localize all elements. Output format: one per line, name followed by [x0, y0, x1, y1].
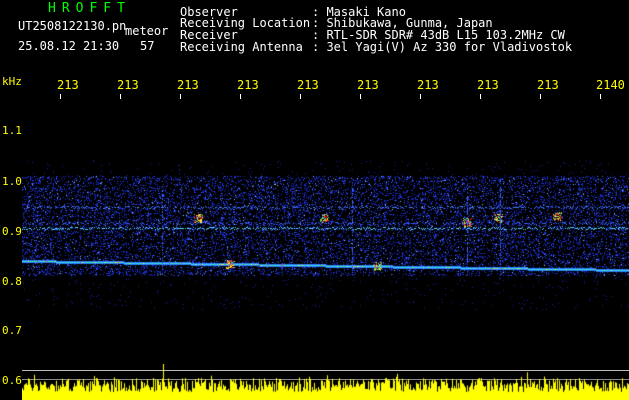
- x-tick-mark: [360, 94, 361, 99]
- x-tick-label: 213: [357, 78, 379, 92]
- station-name: HROFFT: [48, 1, 131, 16]
- x-tick-mark: [120, 94, 121, 99]
- antenna-label: Receiving Antenna: [180, 40, 303, 54]
- datetime: 25.08.12 21:30: [18, 39, 120, 53]
- x-tick-label: 213: [297, 78, 319, 92]
- y-tick-0-9: 0.9: [2, 225, 22, 238]
- y-unit-label: kHz: [2, 75, 22, 88]
- x-tick-mark: [480, 94, 481, 99]
- x-tick-mark: [420, 94, 421, 99]
- x-tick-label: 2140: [596, 78, 625, 92]
- y-tick-0-6: 0.6: [2, 374, 22, 387]
- signal-level-meter: [22, 364, 629, 400]
- spectrogram-plot: [22, 100, 629, 374]
- y-tick-1-0: 1.0: [2, 175, 22, 188]
- x-tick-label: 213: [477, 78, 499, 92]
- x-tick-mark: [60, 94, 61, 99]
- y-tick-0-7: 0.7: [2, 324, 22, 337]
- x-tick-mark: [540, 94, 541, 99]
- x-tick-label: 213: [417, 78, 439, 92]
- x-tick-label: 213: [117, 78, 139, 92]
- x-tick-label: 213: [57, 78, 79, 92]
- y-tick-0-8: 0.8: [2, 275, 22, 288]
- x-tick-label: 213: [237, 78, 259, 92]
- spectrogram-window: HROFFT UT2508122130.pn meteor 25.08.12 2…: [0, 0, 629, 400]
- x-tick-label: 213: [537, 78, 559, 92]
- x-tick-mark: [300, 94, 301, 99]
- meteor-label: meteor: [125, 24, 169, 38]
- x-tick-mark: [240, 94, 241, 99]
- x-tick-mark: [600, 94, 601, 99]
- x-tick-label: 213: [177, 78, 199, 92]
- file-name: UT2508122130.pn: [18, 19, 127, 33]
- x-tick-mark: [180, 94, 181, 99]
- antenna-value: : 3el Yagi(V) Az 330 for Vladivostok: [312, 40, 573, 54]
- meteor-count: 57: [140, 39, 155, 53]
- y-tick-1-1: 1.1: [2, 124, 22, 137]
